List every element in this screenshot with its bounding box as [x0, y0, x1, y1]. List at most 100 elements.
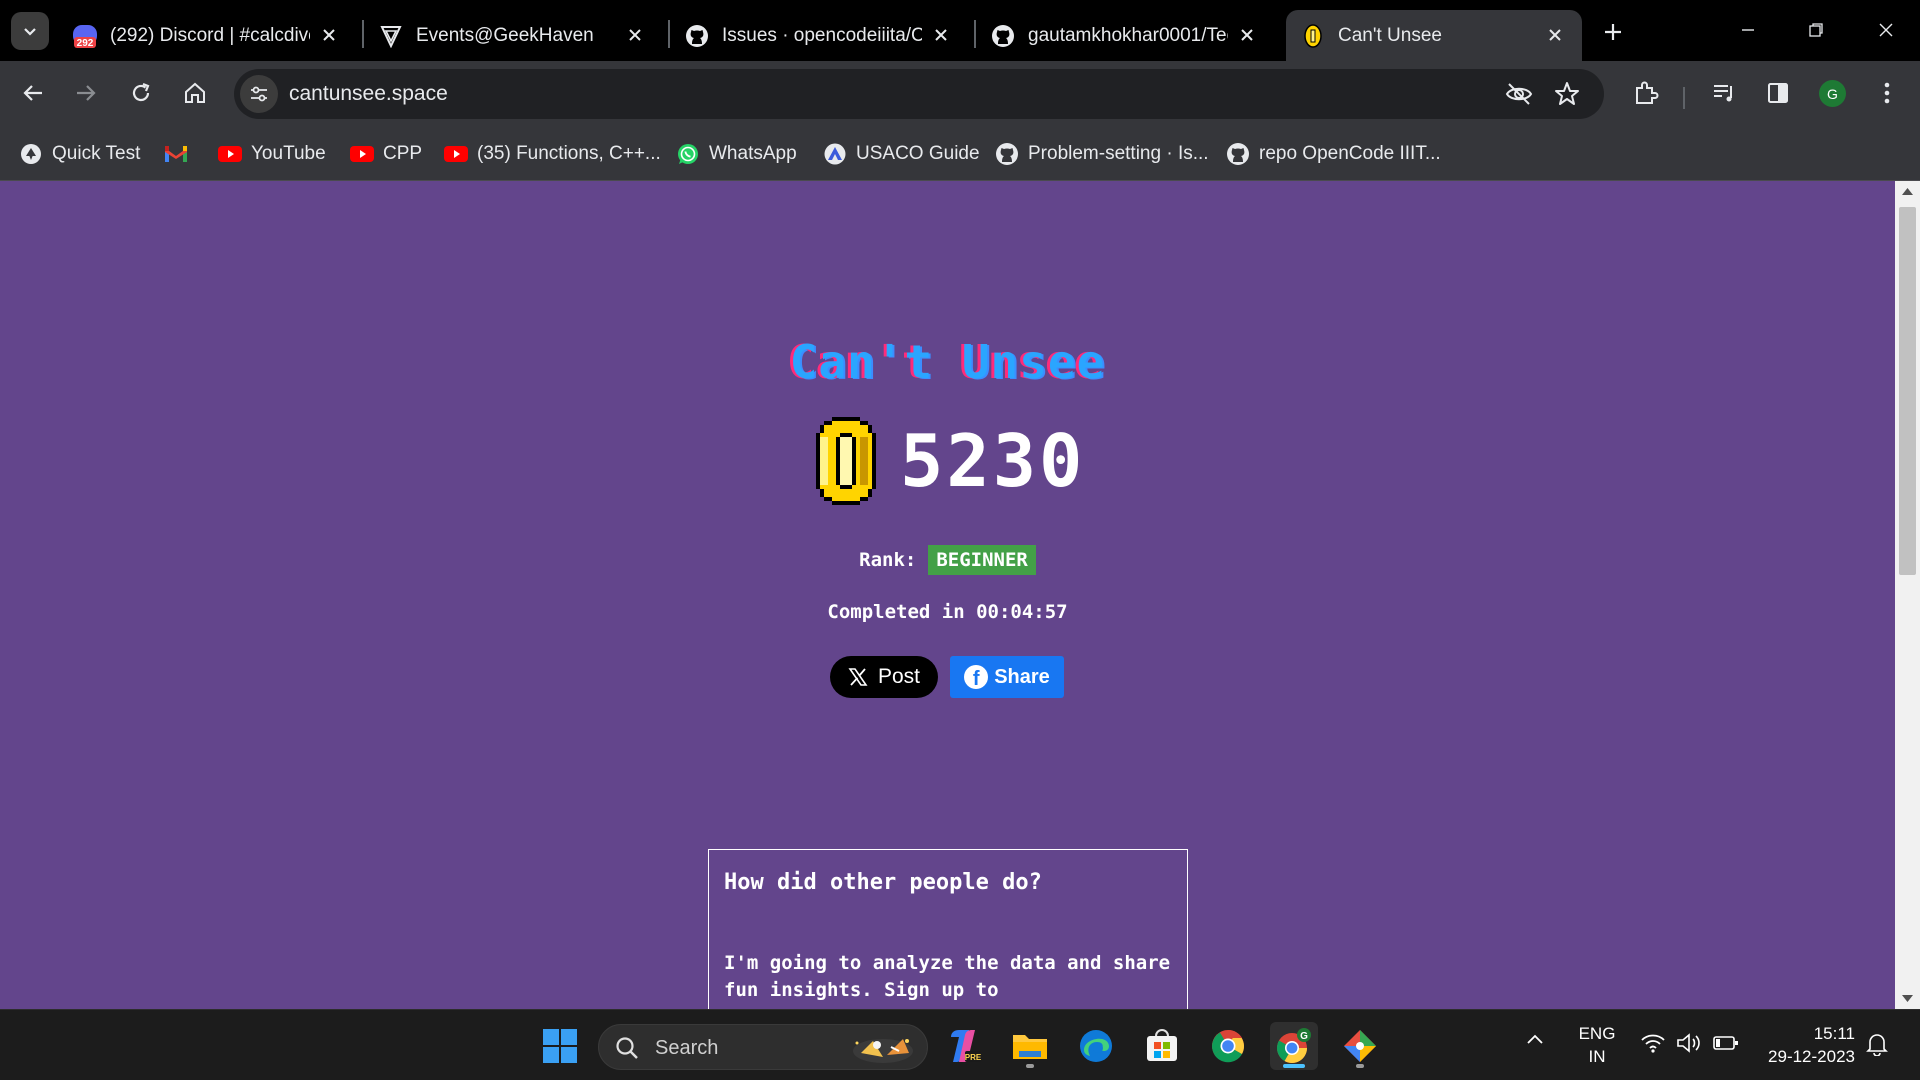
whatsapp-icon: [676, 142, 700, 166]
scroll-up-arrow-icon[interactable]: [1902, 187, 1913, 195]
scrollbar-thumb[interactable]: [1899, 207, 1916, 575]
back-button[interactable]: [13, 73, 53, 113]
address-bar[interactable]: cantunsee.space: [234, 69, 1604, 119]
tab-title: gautamkhokhar0001/Tec: [1028, 24, 1228, 46]
taskbar-edge[interactable]: [1072, 1022, 1120, 1070]
star-icon[interactable]: [1552, 79, 1582, 109]
bookmark-usaco-guide[interactable]: USACO Guide: [823, 139, 980, 169]
folder-icon: [1013, 1035, 1047, 1059]
tab-gautam-repo[interactable]: gautamkhokhar0001/Tec: [976, 10, 1274, 61]
queue-music-icon: [1714, 85, 1732, 102]
puzzle-icon: [1636, 81, 1659, 104]
eye-off-icon[interactable]: [1504, 79, 1534, 109]
bookmark-label: (35) Functions, C++...: [477, 143, 661, 164]
tune-icon: [251, 86, 267, 102]
reload-button[interactable]: [121, 73, 161, 113]
system-clock[interactable]: 15:11 29-12-2023: [1755, 1022, 1855, 1068]
region-code: IN: [1588, 1047, 1606, 1066]
bookmark-label: Problem-setting · Is...: [1028, 143, 1209, 164]
quicktest-icon: [19, 142, 43, 166]
search-icon: [616, 1037, 638, 1059]
wifi-icon[interactable]: [1640, 1032, 1666, 1054]
close-window-button[interactable]: [1866, 12, 1906, 48]
gmail-icon: [164, 142, 188, 166]
toolbar-divider: [1683, 87, 1685, 109]
bookmark-cpp[interactable]: CPP: [350, 139, 422, 169]
tab-title: Events@GeekHaven: [416, 24, 594, 46]
score-display: 5230: [812, 417, 1085, 505]
bookmark-quick-test[interactable]: Quick Test: [19, 139, 140, 169]
taskbar-search[interactable]: Search: [598, 1024, 928, 1070]
store-icon: [1147, 1029, 1177, 1061]
bookmark-whatsapp[interactable]: WhatsApp: [676, 139, 797, 169]
youtube-icon: [218, 142, 242, 166]
tab-discord[interactable]: 292 (292) Discord | #calcdiver: [58, 10, 356, 61]
chevron-up-icon[interactable]: [1526, 1032, 1544, 1046]
profile-avatar[interactable]: G: [1819, 80, 1846, 107]
restore-button[interactable]: [1796, 12, 1836, 48]
scroll-down-arrow-icon[interactable]: [1902, 995, 1913, 1003]
close-icon[interactable]: [622, 22, 648, 48]
url-text[interactable]: cantunsee.space: [289, 82, 448, 106]
active-indicator: [1283, 1064, 1305, 1068]
tab-search-button[interactable]: [11, 12, 49, 50]
battery-icon[interactable]: [1712, 1032, 1740, 1054]
post-on-x-button[interactable]: Post: [830, 656, 938, 698]
tab-cant-unsee[interactable]: Can't Unsee: [1286, 10, 1582, 61]
bookmark-gmail[interactable]: [164, 139, 197, 169]
side-panel-button[interactable]: [1759, 74, 1797, 112]
notification-bell-icon[interactable]: [1866, 1032, 1888, 1056]
bookmark-label: CPP: [383, 143, 423, 164]
rank-badge: BEGINNER: [928, 545, 1036, 575]
taskbar-chrome[interactable]: [1204, 1022, 1252, 1070]
rank-row: Rank: BEGINNER: [0, 545, 1895, 575]
extensions-button[interactable]: [1627, 74, 1665, 112]
insights-card: How did other people do? I'm going to an…: [708, 849, 1188, 1009]
arrow-right-icon: [77, 85, 96, 101]
bookmark-repo-opencode[interactable]: repo OpenCode IIIT...: [1226, 139, 1441, 169]
page-scrollbar[interactable]: [1895, 181, 1920, 1009]
browser-toolbar: cantunsee.space G: [0, 61, 1920, 127]
youtube-icon: [350, 142, 374, 166]
insights-title: How did other people do?: [724, 870, 1042, 895]
usaco-icon: [823, 142, 847, 166]
close-icon[interactable]: [928, 22, 954, 48]
svg-text:PRE: PRE: [965, 1053, 982, 1062]
start-button[interactable]: [536, 1022, 584, 1070]
close-icon[interactable]: [1234, 22, 1260, 48]
bookmark-youtube[interactable]: YouTube: [218, 139, 326, 169]
tab-title: (292) Discord | #calcdiver: [110, 24, 310, 46]
new-tab-button[interactable]: [1596, 15, 1630, 49]
volume-icon[interactable]: [1676, 1032, 1702, 1054]
share-on-facebook-button[interactable]: f Share: [950, 656, 1064, 698]
tab-title: Can't Unsee: [1338, 24, 1442, 46]
bookmark-problem-setting[interactable]: Problem-setting · Is...: [995, 139, 1209, 169]
taskbar-git-app[interactable]: [1336, 1022, 1384, 1070]
x-logo-icon: [848, 668, 868, 686]
site-info-button[interactable]: [240, 75, 278, 113]
input-language[interactable]: ENG IN: [1572, 1022, 1622, 1068]
tab-issues[interactable]: Issues · opencodeiiita/Cal: [670, 10, 968, 61]
minimize-button[interactable]: [1728, 12, 1768, 48]
taskbar-copilot[interactable]: PRE: [940, 1022, 988, 1070]
media-controls-button[interactable]: [1705, 74, 1743, 112]
close-icon[interactable]: [1542, 22, 1568, 48]
taskbar-file-explorer[interactable]: [1006, 1022, 1054, 1070]
arrow-left-icon: [23, 85, 42, 101]
bookmark-label: YouTube: [251, 143, 326, 164]
bookmark-functions-cpp[interactable]: (35) Functions, C++...: [444, 139, 661, 169]
github-icon: [995, 142, 1019, 166]
running-indicator: [1356, 1064, 1364, 1068]
forward-button[interactable]: [66, 73, 106, 113]
discord-icon: 292: [72, 23, 98, 49]
windows-taskbar: Search PRE G ENG IN 15:11 29-12-2023: [0, 1009, 1920, 1080]
taskbar-chrome-profile[interactable]: G: [1270, 1022, 1318, 1070]
tab-strip: 292 (292) Discord | #calcdiver Events@Ge…: [0, 0, 1920, 61]
home-button[interactable]: [175, 73, 215, 113]
github-icon: [990, 23, 1016, 49]
taskbar-store[interactable]: [1138, 1022, 1186, 1070]
menu-button[interactable]: [1868, 74, 1906, 112]
close-icon[interactable]: [316, 22, 342, 48]
tab-geekhaven[interactable]: Events@GeekHaven: [364, 10, 662, 61]
bookmark-label: repo OpenCode IIIT...: [1259, 143, 1441, 164]
